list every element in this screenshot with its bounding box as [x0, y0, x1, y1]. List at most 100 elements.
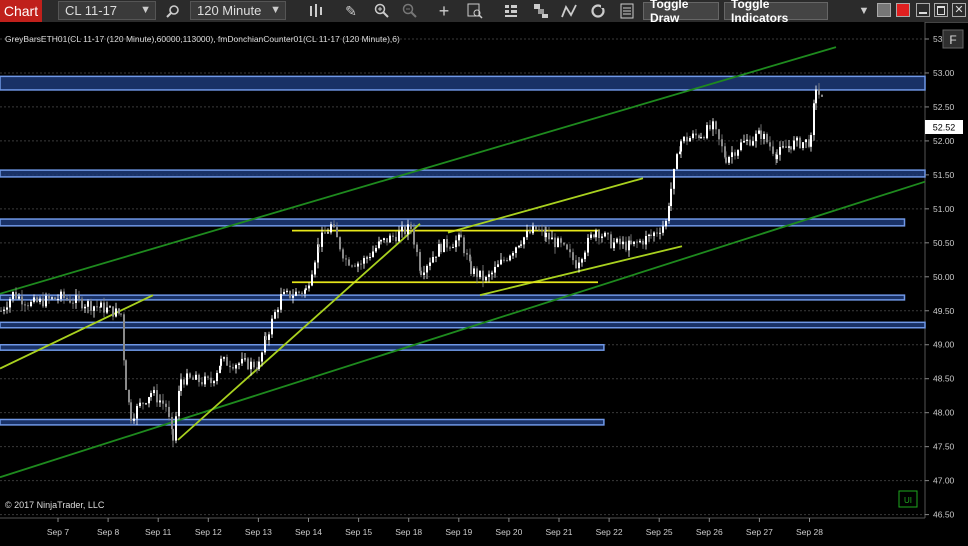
properties-icon[interactable]	[617, 0, 637, 22]
data-box-icon[interactable]	[465, 0, 485, 22]
candle-body	[443, 239, 445, 253]
window-color-red[interactable]	[896, 3, 910, 17]
candle-body	[3, 309, 5, 311]
instrument-selector[interactable]: CL 11-17 ▼	[58, 1, 156, 20]
candle-body	[274, 312, 276, 319]
candle-body	[330, 224, 332, 233]
candle-body	[709, 125, 711, 130]
candle-body	[232, 367, 234, 369]
candle-body	[156, 390, 158, 403]
candle-body	[435, 256, 437, 258]
candle-body	[598, 230, 600, 239]
candle-body	[479, 270, 481, 278]
toggle-draw-button[interactable]: Toggle Draw	[643, 0, 719, 25]
candle-body	[805, 139, 807, 143]
candle-body	[407, 224, 409, 235]
toggle-indicators-button[interactable]: Toggle Indicators	[724, 0, 828, 25]
candle-body	[258, 361, 260, 370]
candle-body	[569, 249, 571, 253]
caret-down-icon[interactable]: ▼	[854, 0, 874, 22]
y-tick-label: 51.00	[933, 204, 955, 214]
candle-body	[776, 154, 778, 160]
price-axis[interactable]: 53.5053.0052.5052.0051.5051.0050.5050.00…	[925, 34, 955, 520]
zoom-in-icon[interactable]	[372, 0, 392, 22]
candle-body	[779, 146, 781, 155]
candle-body	[695, 133, 697, 136]
y-tick-label: 49.50	[933, 306, 955, 316]
magnifier-icon[interactable]	[163, 0, 183, 22]
indicator-info-label: GreyBarsETH01(CL 11-17 (120 Minute),6000…	[5, 34, 400, 44]
candle-body	[458, 234, 460, 241]
candle-body	[755, 133, 757, 142]
candle-body	[503, 259, 505, 261]
candle-body	[103, 302, 105, 313]
support-resistance-zone	[0, 418, 605, 426]
candle-body	[69, 299, 71, 303]
zoom-out-icon[interactable]	[400, 0, 420, 22]
candle-body	[395, 236, 397, 242]
chart-plot[interactable]: 53.5053.0052.5052.0051.5051.0050.5050.00…	[0, 22, 968, 546]
candle-body	[604, 232, 606, 237]
candle-body	[613, 242, 615, 249]
minimize-icon[interactable]	[916, 3, 930, 17]
candle-body	[721, 139, 723, 147]
strategy-icon[interactable]	[501, 0, 521, 22]
drawing-tools-icon[interactable]	[559, 0, 579, 22]
candle-body	[423, 272, 425, 276]
candle-body	[148, 397, 150, 404]
candle-body	[584, 252, 586, 260]
candle-body	[159, 400, 161, 403]
candle-body	[581, 259, 583, 263]
chart-title: Chart	[0, 0, 42, 22]
candle-body	[286, 290, 288, 292]
candle-body	[333, 224, 335, 228]
window-color-gray[interactable]	[877, 3, 891, 17]
candle-body	[683, 136, 685, 142]
candle-body	[785, 146, 787, 148]
candle-body	[6, 307, 8, 310]
candle-body	[139, 402, 141, 407]
reload-icon[interactable]	[588, 0, 608, 22]
candle-body	[378, 241, 380, 248]
candle-body	[587, 237, 589, 253]
candle-body	[758, 130, 760, 134]
candle-body	[0, 310, 2, 312]
candle-body	[81, 298, 83, 309]
y-tick-label: 48.50	[933, 374, 955, 384]
candle-body	[752, 141, 754, 146]
crosshair-icon[interactable]: +	[434, 0, 454, 22]
interval-selector[interactable]: 120 Minute ▼	[190, 1, 286, 20]
time-axis[interactable]: Sep 7 Sep 8 Sep 11 Sep 12 Sep 13 Sep 14 Sep 15…	[47, 518, 823, 537]
candle-body	[39, 298, 41, 303]
pencil-icon[interactable]: ✎	[341, 0, 361, 22]
candle-body	[57, 298, 59, 300]
interval-label: 120 Minute	[197, 3, 262, 18]
candle-body	[616, 238, 618, 243]
y-tick-label: 50.00	[933, 272, 955, 282]
y-tick-label: 53.00	[933, 68, 955, 78]
candle-body	[213, 381, 215, 384]
candle-body	[772, 146, 774, 154]
candle-body	[280, 294, 282, 310]
candle-body	[413, 228, 415, 245]
candle-body	[336, 227, 338, 238]
candle-body	[509, 255, 511, 261]
candle-body	[595, 230, 597, 238]
close-icon[interactable]: ✕	[952, 3, 966, 17]
candle-body	[195, 374, 197, 380]
y-tick-label: 47.50	[933, 442, 955, 452]
bars-type-icon[interactable]	[306, 0, 326, 22]
candle-body	[766, 133, 768, 143]
maximize-icon[interactable]	[934, 3, 948, 17]
candle-body	[689, 137, 691, 142]
candle-body	[494, 266, 496, 273]
candle-body	[324, 232, 326, 234]
indicators-icon[interactable]	[531, 0, 551, 22]
candle-body	[165, 403, 167, 407]
candle-body	[186, 373, 188, 385]
candle-body	[357, 263, 359, 267]
candle-body	[401, 226, 403, 232]
candle-body	[125, 360, 127, 390]
support-resistance-zone	[0, 294, 906, 301]
candle-body	[526, 231, 528, 238]
